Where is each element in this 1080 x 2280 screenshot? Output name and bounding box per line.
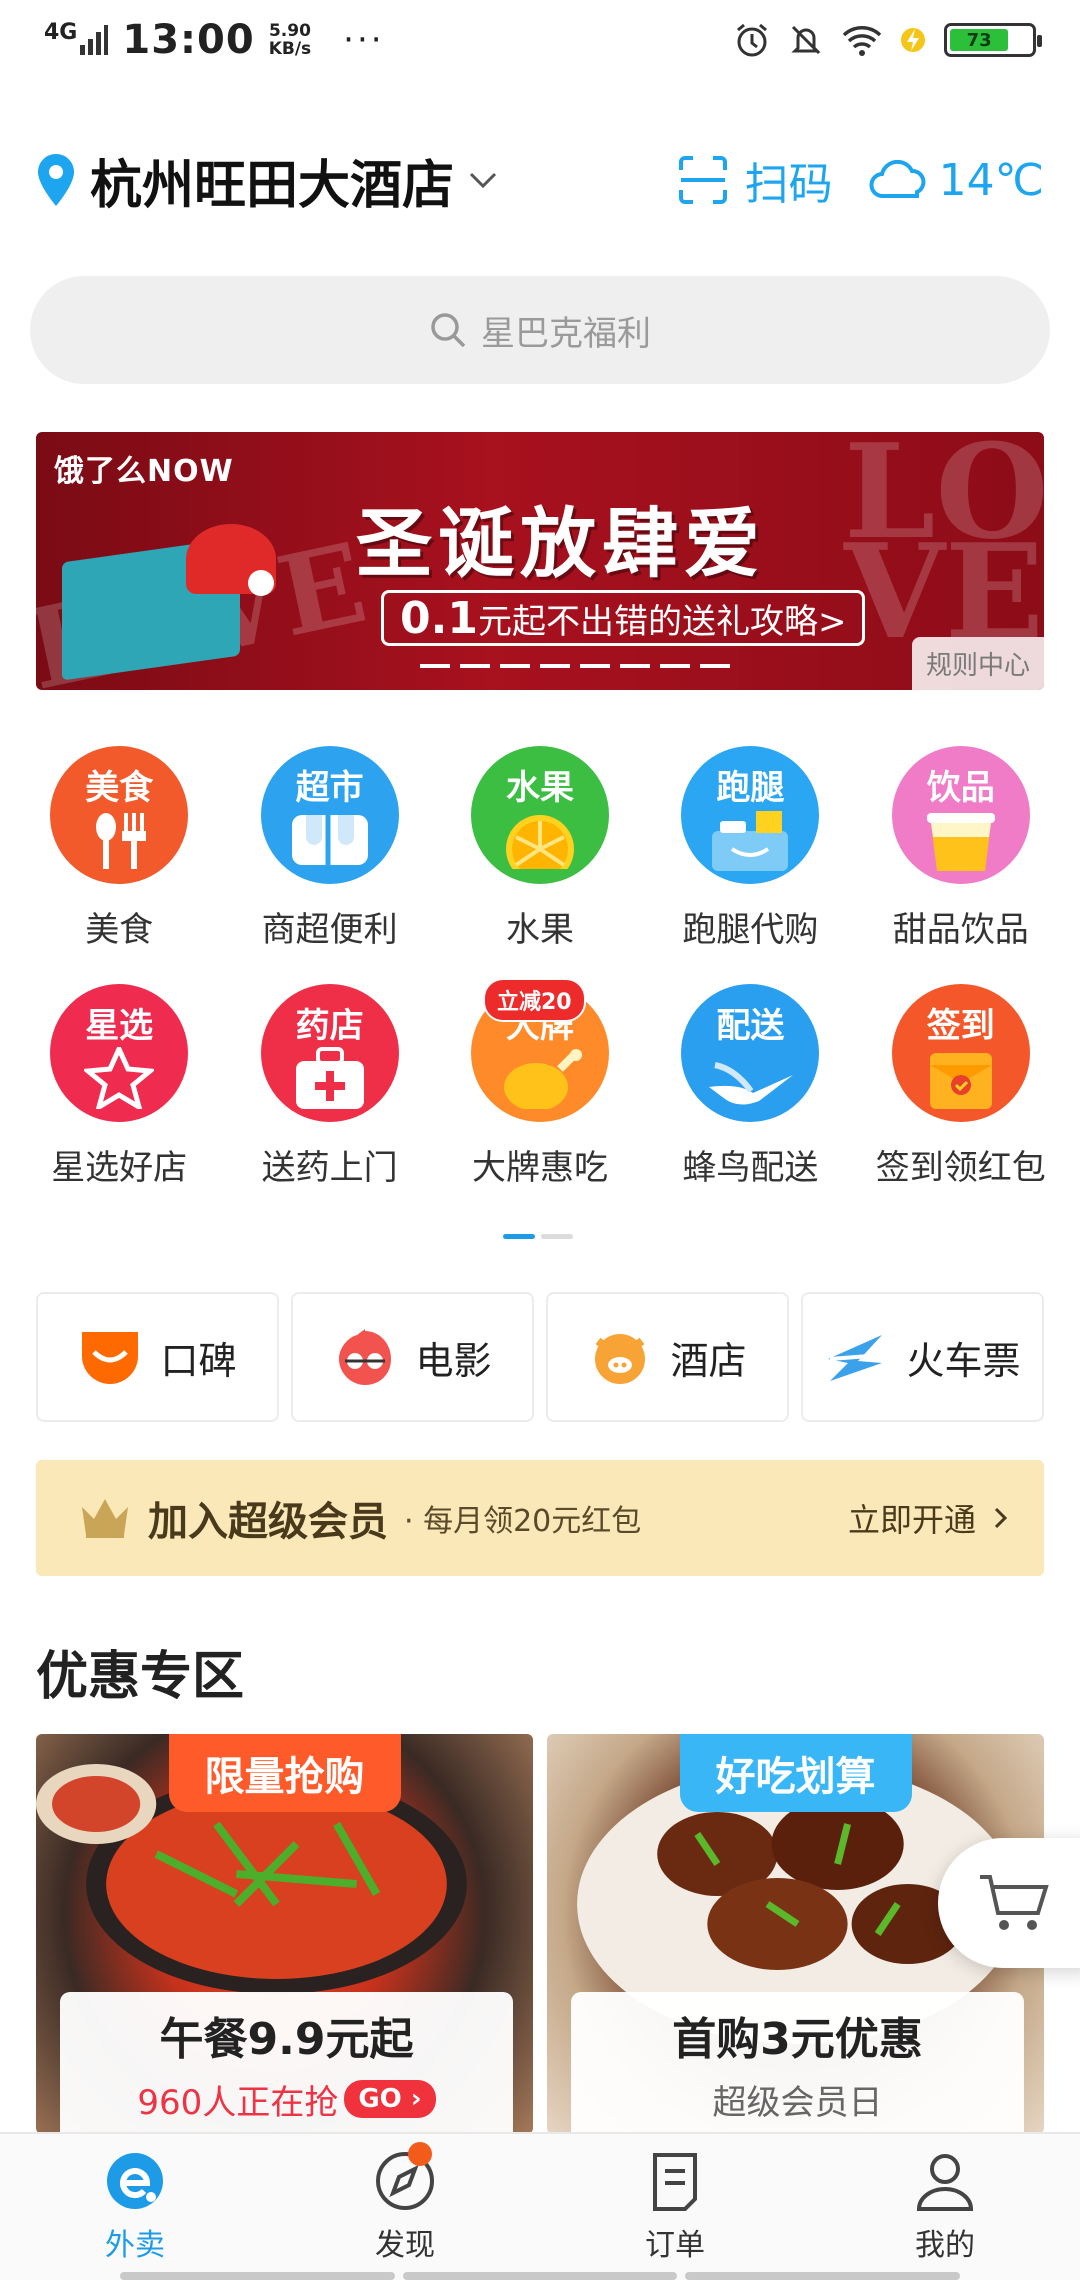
tab-discover[interactable]: 发现	[270, 2134, 540, 2280]
profile-icon	[912, 2148, 978, 2214]
crown-icon	[82, 1499, 128, 1538]
category-errand[interactable]: 跑腿 跑腿代购	[655, 746, 845, 984]
bottom-tab-bar: 外卖 发现 订单 我的	[0, 2132, 1080, 2280]
tab-orders[interactable]: 订单	[540, 2134, 810, 2280]
category-brand-food[interactable]: 大牌 立减20 大牌惠吃	[445, 978, 635, 1222]
category-fruit[interactable]: 水果 水果	[445, 746, 635, 984]
supermarket-icon: 超市	[260, 746, 399, 884]
weather[interactable]: 14℃	[869, 155, 1044, 206]
chevron-down-icon	[469, 172, 497, 189]
category-row: 美食 美食 超市 商超便利 水果 水果 跑腿 跑腿代购 饮品 甜品饮品	[0, 746, 1080, 984]
clock: 13:00	[122, 17, 255, 63]
cart-icon	[980, 1875, 1049, 1930]
quick-link-train[interactable]: 火车票	[801, 1292, 1044, 1422]
promo-subtitle: 960人正在抢	[137, 2082, 339, 2123]
promo-info: 首购3元优惠 超级会员日	[571, 1992, 1024, 2134]
movie-icon	[333, 1327, 397, 1387]
net-speed: 5.90 KB/s	[268, 21, 312, 59]
vip-open-button[interactable]: 立即开通	[848, 1495, 1008, 1541]
vip-title: 加入超级会员	[148, 1499, 388, 1545]
grid-page-indicator	[503, 1234, 573, 1239]
location-selector[interactable]: 杭州旺田大酒店	[36, 143, 498, 218]
search-placeholder: 星巴克福利	[481, 313, 651, 354]
banner-decor-right: LOVE	[844, 432, 1044, 668]
chevron-right-icon	[994, 1507, 1008, 1529]
promo-subtitle: 超级会员日	[712, 2082, 883, 2123]
errand-icon: 跑腿	[681, 746, 820, 884]
category-row: 星选 星选好店 药店 送药上门 大牌 立减20 大牌惠吃 配送 蜂鸟配送 签到 …	[0, 978, 1080, 1222]
promo-card[interactable]: 限量抢购 午餐9.9元起 960人正在抢 GO ›	[36, 1734, 533, 2134]
promo-tag: 好吃划算	[679, 1734, 912, 1812]
banner-dashes	[420, 664, 730, 668]
wifi-icon	[842, 26, 882, 56]
quick-link-hotel[interactable]: 酒店	[546, 1292, 789, 1422]
category-star-select[interactable]: 星选 星选好店	[24, 984, 214, 1222]
alarm-icon	[737, 23, 767, 57]
quick-link-koubei[interactable]: 口碑	[36, 1292, 279, 1422]
mute-icon	[791, 25, 821, 55]
santa-hat-image	[186, 524, 276, 596]
category-supermarket[interactable]: 超市 商超便利	[235, 746, 425, 984]
takeout-icon	[102, 2148, 168, 2214]
train-ticket-icon	[824, 1327, 888, 1387]
more-notifications: ···	[343, 20, 385, 60]
drink-icon: 饮品	[891, 746, 1030, 884]
order-icon	[642, 2148, 708, 2214]
tab-profile[interactable]: 我的	[810, 2134, 1080, 2280]
koubei-icon	[78, 1327, 142, 1387]
scan-label: 扫码	[744, 159, 833, 210]
hotel-icon	[588, 1327, 652, 1387]
cloud-icon	[869, 160, 925, 198]
category-grid: 美食 美食 超市 商超便利 水果 水果 跑腿 跑腿代购 饮品 甜品饮品 星选 星…	[0, 746, 1080, 1222]
search-input[interactable]: 星巴克福利	[30, 276, 1050, 384]
category-checkin[interactable]: 签到 签到领红包	[866, 984, 1056, 1222]
pharmacy-icon: 药店	[260, 984, 399, 1122]
promo-cards: 限量抢购 午餐9.9元起 960人正在抢 GO › 好吃划算 首购3元优惠 超级…	[36, 1734, 1044, 2134]
star-select-icon: 星选	[50, 984, 189, 1122]
promo-tag: 限量抢购	[168, 1734, 401, 1812]
checkin-redpacket-icon: 签到	[891, 984, 1030, 1122]
cart-button[interactable]	[938, 1838, 1080, 1968]
promo-title: 午餐9.9元起	[159, 2013, 414, 2065]
network-type: 4G	[44, 20, 78, 45]
location-pin-icon	[38, 154, 74, 206]
search-icon	[431, 313, 466, 348]
app-header: 杭州旺田大酒店 扫码 14℃	[36, 130, 1044, 230]
battery-icon: 73	[944, 23, 1042, 57]
scan-button[interactable]: 扫码	[677, 148, 833, 212]
category-delivery[interactable]: 配送 蜂鸟配送	[655, 984, 845, 1222]
banner-subtitle: 0.1 元起不出错的送礼攻略>	[381, 590, 866, 646]
super-vip-banner[interactable]: 加入超级会员 · 每月领20元红包 立即开通	[36, 1460, 1044, 1576]
food-icon: 美食	[50, 746, 189, 884]
charging-icon	[901, 28, 925, 52]
promo-title: 首购3元优惠	[672, 2013, 923, 2065]
system-nav-indicator	[120, 2272, 961, 2280]
banner-brand: 饿了么NOW	[54, 454, 234, 489]
status-bar: 4G 13:00 5.90 KB/s ··· 73	[0, 0, 1080, 80]
promo-banner[interactable]: LOVE LOVE 饿了么NOW 圣诞放肆爱 0.1元起不出错的送礼攻略> 规则…	[36, 432, 1044, 690]
section-title: 优惠专区	[36, 1647, 245, 1707]
fruit-icon: 水果	[470, 746, 609, 884]
discount-badge: 立减20	[482, 978, 586, 1022]
quick-links: 口碑 电影 酒店 火车票	[36, 1292, 1044, 1422]
location-title: 杭州旺田大酒店	[90, 155, 455, 216]
tab-takeout[interactable]: 外卖	[0, 2134, 270, 2280]
temperature: 14℃	[938, 154, 1044, 206]
banner-headline: 圣诞放肆爱	[356, 499, 766, 588]
category-pharmacy[interactable]: 药店 送药上门	[235, 984, 425, 1222]
quick-link-movie[interactable]: 电影	[291, 1292, 534, 1422]
delivery-bird-icon: 配送	[681, 984, 820, 1122]
category-drinks[interactable]: 饮品 甜品饮品	[866, 746, 1056, 984]
signal-icon: 4G	[44, 20, 109, 55]
vip-subtitle: · 每月领20元红包	[404, 1504, 642, 1539]
go-button[interactable]: GO ›	[344, 2080, 436, 2118]
scan-icon	[678, 156, 727, 204]
promo-info: 午餐9.9元起 960人正在抢 GO ›	[60, 1992, 513, 2134]
notification-dot	[408, 2142, 432, 2166]
rule-center-link[interactable]: 规则中心	[911, 637, 1044, 690]
battery-level: 73	[950, 29, 1009, 51]
category-food[interactable]: 美食 美食	[24, 746, 214, 984]
